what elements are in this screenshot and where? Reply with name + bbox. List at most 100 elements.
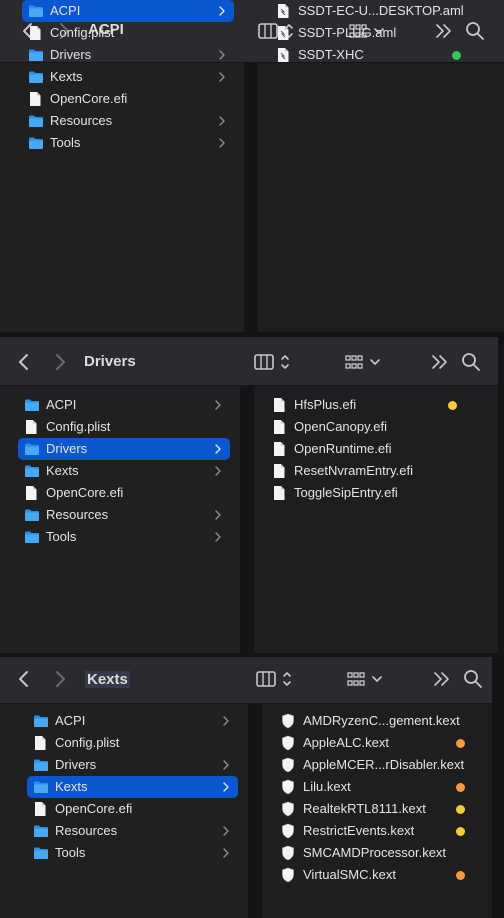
sidebar-item-label: Config.plist	[50, 25, 115, 40]
search-icon[interactable]	[464, 19, 486, 43]
sidebar-item-resources[interactable]: Resources	[22, 110, 234, 132]
sidebar-item-label: Tools	[50, 135, 81, 150]
sidebar-item-label: Kexts	[46, 463, 79, 478]
back-arrow-icon[interactable]	[14, 350, 34, 374]
forward-arrow-icon[interactable]	[50, 350, 70, 374]
sidebar-item-opencore-efi[interactable]: OpenCore.efi	[27, 798, 238, 820]
sidebar-item-label: Kexts	[50, 69, 83, 84]
sidebar-item-resources[interactable]: Resources	[27, 820, 238, 842]
tag-dot-yellow	[448, 401, 457, 410]
column-divider[interactable]	[248, 704, 262, 918]
finder-window-acpi: ACPI ACPI Config.plist Drivers Kexts OpenCor…	[0, 0, 504, 332]
file-item[interactable]: Lilu.kext	[281, 776, 468, 798]
more-chevrons-icon[interactable]	[432, 667, 452, 691]
sidebar-item-tools[interactable]: Tools	[27, 842, 238, 864]
chevron-right-icon	[223, 760, 229, 770]
sidebar-item-label: OpenCore.efi	[50, 91, 128, 106]
file-name: AppleMCER...rDisabler.kext	[303, 757, 465, 772]
sidebar-item-drivers[interactable]: Drivers	[18, 438, 230, 460]
window-title: Drivers	[84, 353, 136, 370]
sidebar-item-label: Config.plist	[55, 735, 120, 750]
sidebar-item-kexts[interactable]: Kexts	[27, 776, 238, 798]
group-by-icon[interactable]	[346, 667, 386, 691]
file-name: ResetNvramEntry.efi	[294, 463, 413, 478]
tag-dot-orange	[456, 739, 465, 748]
view-columns-icon[interactable]	[254, 667, 294, 691]
sidebar-item-opencore-efi[interactable]: OpenCore.efi	[18, 482, 230, 504]
sidebar-item-label: ACPI	[46, 397, 77, 412]
file-item[interactable]: AppleMCER...rDisabler.kext	[281, 754, 468, 776]
sidebar-item-resources[interactable]: Resources	[18, 504, 230, 526]
file-item[interactable]: SSDT-XHC	[276, 44, 464, 66]
sidebar-item-acpi[interactable]: ACPI	[18, 394, 230, 416]
sidebar-item-config-plist[interactable]: Config.plist	[27, 732, 238, 754]
sidebar-item-label: Resources	[55, 823, 118, 838]
file-item[interactable]: RestrictEvents.kext	[281, 820, 468, 842]
sidebar-item-drivers[interactable]: Drivers	[27, 754, 238, 776]
sidebar-item-acpi[interactable]: ACPI	[27, 710, 238, 732]
column-divider[interactable]	[240, 386, 254, 653]
sidebar-item-kexts[interactable]: Kexts	[18, 460, 230, 482]
file-item[interactable]: ToggleSipEntry.efi	[272, 482, 460, 504]
chevron-right-icon	[223, 826, 229, 836]
sidebar-item-opencore-efi[interactable]: OpenCore.efi	[22, 88, 234, 110]
file-item[interactable]: AMDRyzenC...gement.kext	[281, 710, 468, 732]
chevron-right-icon	[219, 138, 225, 148]
file-item[interactable]: RealtekRTL8111.kext	[281, 798, 468, 820]
more-chevrons-icon[interactable]	[430, 350, 450, 374]
file-name: RestrictEvents.kext	[303, 823, 415, 838]
file-item[interactable]: AppleALC.kext	[281, 732, 468, 754]
document-icon	[274, 398, 285, 412]
finder-window-kexts: Kexts ACPI Config.plist Drivers Kexts OpenCo…	[0, 657, 492, 918]
aml-file-icon	[278, 4, 289, 18]
tag-dot-orange	[456, 783, 465, 792]
folder-icon	[29, 5, 43, 17]
chevron-right-icon	[215, 444, 221, 454]
file-item[interactable]: HfsPlus.efi	[272, 394, 460, 416]
file-item[interactable]: SSDT-EC-U...DESKTOP.aml	[276, 0, 464, 22]
tag-dot-orange	[456, 871, 465, 880]
column-divider[interactable]	[244, 63, 258, 332]
chevron-right-icon	[215, 510, 221, 520]
sidebar-item-acpi[interactable]: ACPI	[22, 0, 234, 22]
file-item[interactable]: SMCAMDProcessor.kext	[281, 842, 468, 864]
document-icon	[35, 802, 46, 816]
file-item[interactable]: VirtualSMC.kext	[281, 864, 468, 886]
sidebar-item-config-plist[interactable]: Config.plist	[18, 416, 230, 438]
file-name: Lilu.kext	[303, 779, 351, 794]
sidebar-item-label: Resources	[46, 507, 109, 522]
sidebar-item-config-plist[interactable]: Config.plist	[22, 22, 234, 44]
aml-file-icon	[278, 48, 289, 62]
sidebar-item-label: Kexts	[55, 779, 88, 794]
chevron-right-icon	[219, 116, 225, 126]
sidebar-item-tools[interactable]: Tools	[18, 526, 230, 548]
file-name: SMCAMDProcessor.kext	[303, 845, 447, 860]
toolbar: Kexts	[0, 657, 492, 704]
chevron-right-icon	[215, 400, 221, 410]
back-arrow-icon[interactable]	[14, 667, 34, 691]
file-item[interactable]: OpenRuntime.efi	[272, 438, 460, 460]
search-icon[interactable]	[460, 350, 482, 374]
forward-arrow-icon[interactable]	[50, 667, 70, 691]
file-item[interactable]: ResetNvramEntry.efi	[272, 460, 460, 482]
file-name: ToggleSipEntry.efi	[294, 485, 398, 500]
file-item[interactable]: SSDT-PLUG.aml	[276, 22, 464, 44]
chevron-right-icon	[223, 782, 229, 792]
sidebar-item-kexts[interactable]: Kexts	[22, 66, 234, 88]
document-icon	[26, 486, 37, 500]
sidebar-item-label: Drivers	[46, 441, 88, 456]
folder-icon	[25, 465, 39, 477]
group-by-icon[interactable]	[344, 350, 384, 374]
sidebar-item-drivers[interactable]: Drivers	[22, 44, 234, 66]
sidebar-item-label: Tools	[55, 845, 86, 860]
sidebar-item-tools[interactable]: Tools	[22, 132, 234, 154]
file-item[interactable]: OpenCanopy.efi	[272, 416, 460, 438]
folder-icon	[25, 509, 39, 521]
folder-icon	[25, 531, 39, 543]
file-name: AMDRyzenC...gement.kext	[303, 713, 460, 728]
view-columns-icon[interactable]	[252, 350, 292, 374]
search-icon[interactable]	[462, 667, 484, 691]
folder-icon	[25, 443, 39, 455]
sidebar-item-label: Drivers	[50, 47, 92, 62]
sidebar-item-label: ACPI	[55, 713, 86, 728]
